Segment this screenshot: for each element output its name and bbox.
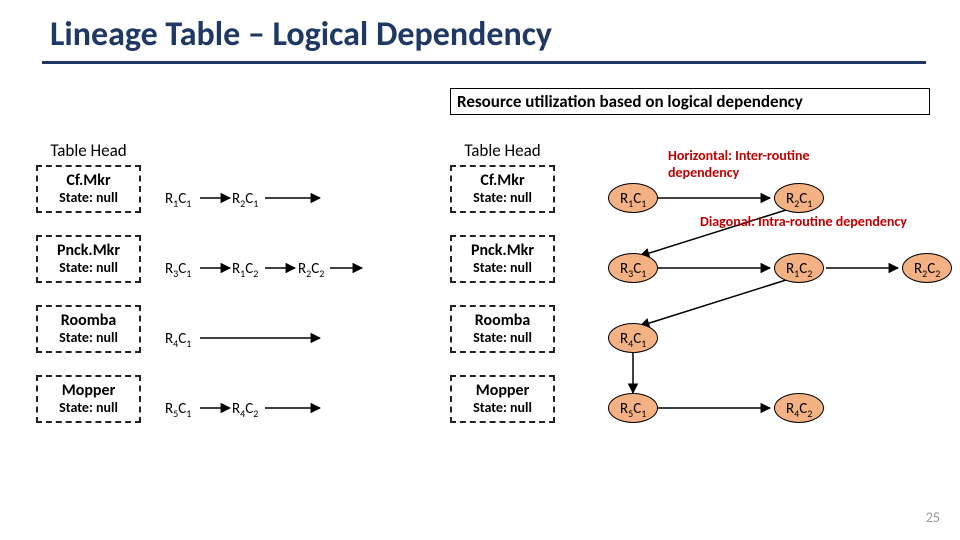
- routine-state: State: null: [38, 400, 139, 416]
- node-r1c1-right: R1C1: [620, 190, 646, 210]
- routine-state: State: null: [38, 260, 139, 276]
- left-table: Table Head Cf.Mkr State: null Pnck.Mkr S…: [36, 140, 141, 445]
- node-r4c2-right: R4C2: [786, 400, 812, 420]
- node-r4c1-right: R4C1: [620, 330, 646, 350]
- node-r1c1-left: R1C1: [165, 190, 191, 210]
- routine-pnck-right: Pnck.Mkr State: null: [450, 235, 555, 283]
- node-r1c2-right: R1C2: [786, 260, 812, 280]
- routine-name: Cf.Mkr: [452, 172, 553, 190]
- node-r2c2-right: R2C2: [914, 260, 940, 280]
- routine-mopper-left: Mopper State: null: [36, 375, 141, 423]
- page-title: Lineage Table – Logical Dependency: [0, 0, 960, 61]
- node-r5c1-left: R5C1: [165, 400, 191, 420]
- routine-pnck-left: Pnck.Mkr State: null: [36, 235, 141, 283]
- node-r2c1-right: R2C1: [786, 190, 812, 210]
- annotation-horizontal: Horizontal: Inter-routine dependency: [668, 148, 868, 182]
- node-r3c1-right: R3C1: [620, 260, 646, 280]
- title-underline: [42, 61, 926, 64]
- table-head-right: Table Head: [450, 140, 555, 161]
- node-r3c1-left: R3C1: [165, 260, 191, 280]
- routine-state: State: null: [452, 260, 553, 276]
- node-r4c1-left: R4C1: [165, 330, 191, 350]
- node-r2c1-left: R2C1: [232, 190, 258, 210]
- routine-state: State: null: [38, 190, 139, 206]
- routine-name: Cf.Mkr: [38, 172, 139, 190]
- routine-state: State: null: [452, 330, 553, 346]
- routine-name: Roomba: [452, 312, 553, 330]
- node-r1c2-left: R1C2: [232, 260, 258, 280]
- routine-name: Mopper: [452, 382, 553, 400]
- subtitle-box: Resource utilization based on logical de…: [450, 88, 930, 115]
- routine-cf-right: Cf.Mkr State: null: [450, 165, 555, 213]
- routine-state: State: null: [452, 190, 553, 206]
- annotation-diagonal: Diagonal: Intra-routine dependency: [700, 214, 960, 231]
- routine-name: Pnck.Mkr: [38, 242, 139, 260]
- page-number: 25: [926, 509, 940, 526]
- routine-name: Mopper: [38, 382, 139, 400]
- routine-name: Roomba: [38, 312, 139, 330]
- node-r2c2-left: R2C2: [298, 260, 324, 280]
- node-r5c1-right: R5C1: [620, 400, 646, 420]
- routine-roomba-right: Roomba State: null: [450, 305, 555, 353]
- node-r4c2-left: R4C2: [232, 400, 258, 420]
- routine-state: State: null: [452, 400, 553, 416]
- routine-name: Pnck.Mkr: [452, 242, 553, 260]
- routine-cf-left: Cf.Mkr State: null: [36, 165, 141, 213]
- routine-mopper-right: Mopper State: null: [450, 375, 555, 423]
- right-table: Table Head Cf.Mkr State: null Pnck.Mkr S…: [450, 140, 555, 445]
- routine-state: State: null: [38, 330, 139, 346]
- diagram-stage: Table Head Cf.Mkr State: null Pnck.Mkr S…: [0, 140, 960, 500]
- routine-roomba-left: Roomba State: null: [36, 305, 141, 353]
- table-head-left: Table Head: [36, 140, 141, 161]
